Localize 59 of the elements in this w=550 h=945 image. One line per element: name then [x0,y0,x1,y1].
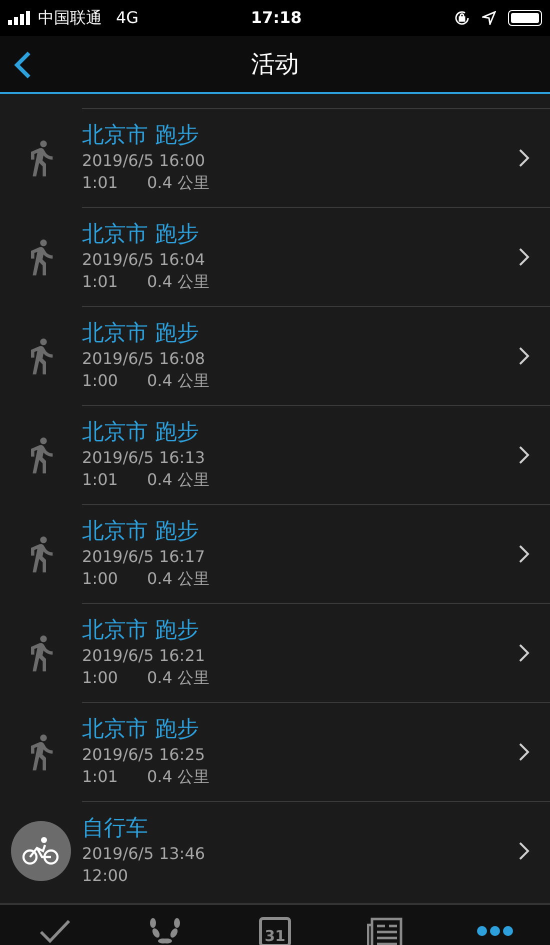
activity-row[interactable]: 北京市 跑步 2019/6/5 16:04 1:01 0.4 公里 [0,207,550,306]
chevron-right-icon [518,445,530,465]
activity-title: 北京市 跑步 [82,419,199,447]
activity-distance: 0.4 公里 [147,568,210,590]
activity-row[interactable]: 北京市 跑步 2019/6/5 16:25 1:01 0.4 公里 [0,702,550,801]
chevron-right-icon [518,544,530,564]
chevron-right-icon [518,148,530,168]
chevron-right-icon [518,643,530,663]
activity-distance: 0.4 公里 [147,667,210,689]
activity-distance: 0.4 公里 [147,271,210,293]
activity-title: 北京市 跑步 [82,221,199,249]
activity-title: 北京市 跑步 [82,716,199,744]
activity-datetime: 2019/6/5 16:00 [82,150,206,172]
activity-row[interactable]: 北京市 跑步 2019/6/5 16:21 1:00 0.4 公里 [0,603,550,702]
chevron-right-icon [518,247,530,267]
activity-row[interactable]: 自行车 2019/6/5 13:46 12:00 [0,801,550,900]
activity-title: 自行车 [82,815,148,843]
activity-duration: 1:00 [82,667,119,689]
activity-row[interactable]: 北京市 跑步 2019/6/5 16:08 1:00 0.4 公里 [0,306,550,405]
activity-distance: 0.4 公里 [147,370,210,392]
newspaper-icon [367,917,403,945]
activity-datetime: 2019/6/5 16:04 [82,249,206,271]
activity-datetime: 2019/6/5 16:08 [82,348,206,370]
activity-duration: 12:00 [82,865,130,887]
chevron-right-icon [518,742,530,762]
carrier-name: 中国联通 [38,7,102,29]
activity-datetime: 2019/6/5 16:17 [82,546,206,568]
activity-datetime: 2019/6/5 13:46 [82,843,206,865]
chevron-right-icon [518,346,530,366]
tab-button[interactable]: 31 [220,905,330,945]
activity-duration: 1:01 [82,766,119,788]
activity-title: 北京市 跑步 [82,518,199,546]
activity-datetime: 2019/6/5 16:13 [82,447,206,469]
location-icon [482,11,496,25]
activity-datetime: 2019/6/5 16:25 [82,744,206,766]
activity-row[interactable]: 北京市 跑步 2019/6/5 16:00 1:01 0.4 公里 [0,108,550,207]
activity-duration: 1:00 [82,370,119,392]
rotation-lock-icon [454,10,470,26]
calendar-icon: 31 [259,917,291,945]
activity-title: 北京市 跑步 [82,122,199,150]
more-icon [476,925,514,937]
network-type: 4G [116,7,139,29]
activity-distance: 0.4 公里 [147,766,210,788]
activity-title: 北京市 跑步 [82,617,199,645]
checkmark-icon [38,917,72,945]
clock-time: 17:18 [250,7,302,29]
page-title: 活动 [251,49,299,80]
activity-title: 北京市 跑步 [82,320,199,348]
activity-duration: 1:01 [82,172,119,194]
activity-duration: 1:01 [82,469,119,491]
activity-distance: 0.4 公里 [147,172,210,194]
activity-distance: 0.4 公里 [147,469,210,491]
battery-icon [508,10,542,26]
activity-duration: 1:01 [82,271,119,293]
chevron-right-icon [518,841,530,861]
activity-datetime: 2019/6/5 16:21 [82,645,206,667]
activity-row[interactable]: 北京市 跑步 2019/6/5 16:17 1:00 0.4 公里 [0,504,550,603]
activity-duration: 1:00 [82,568,119,590]
activity-row[interactable]: 北京市 跑步 2019/6/5 16:13 1:01 0.4 公里 [0,405,550,504]
